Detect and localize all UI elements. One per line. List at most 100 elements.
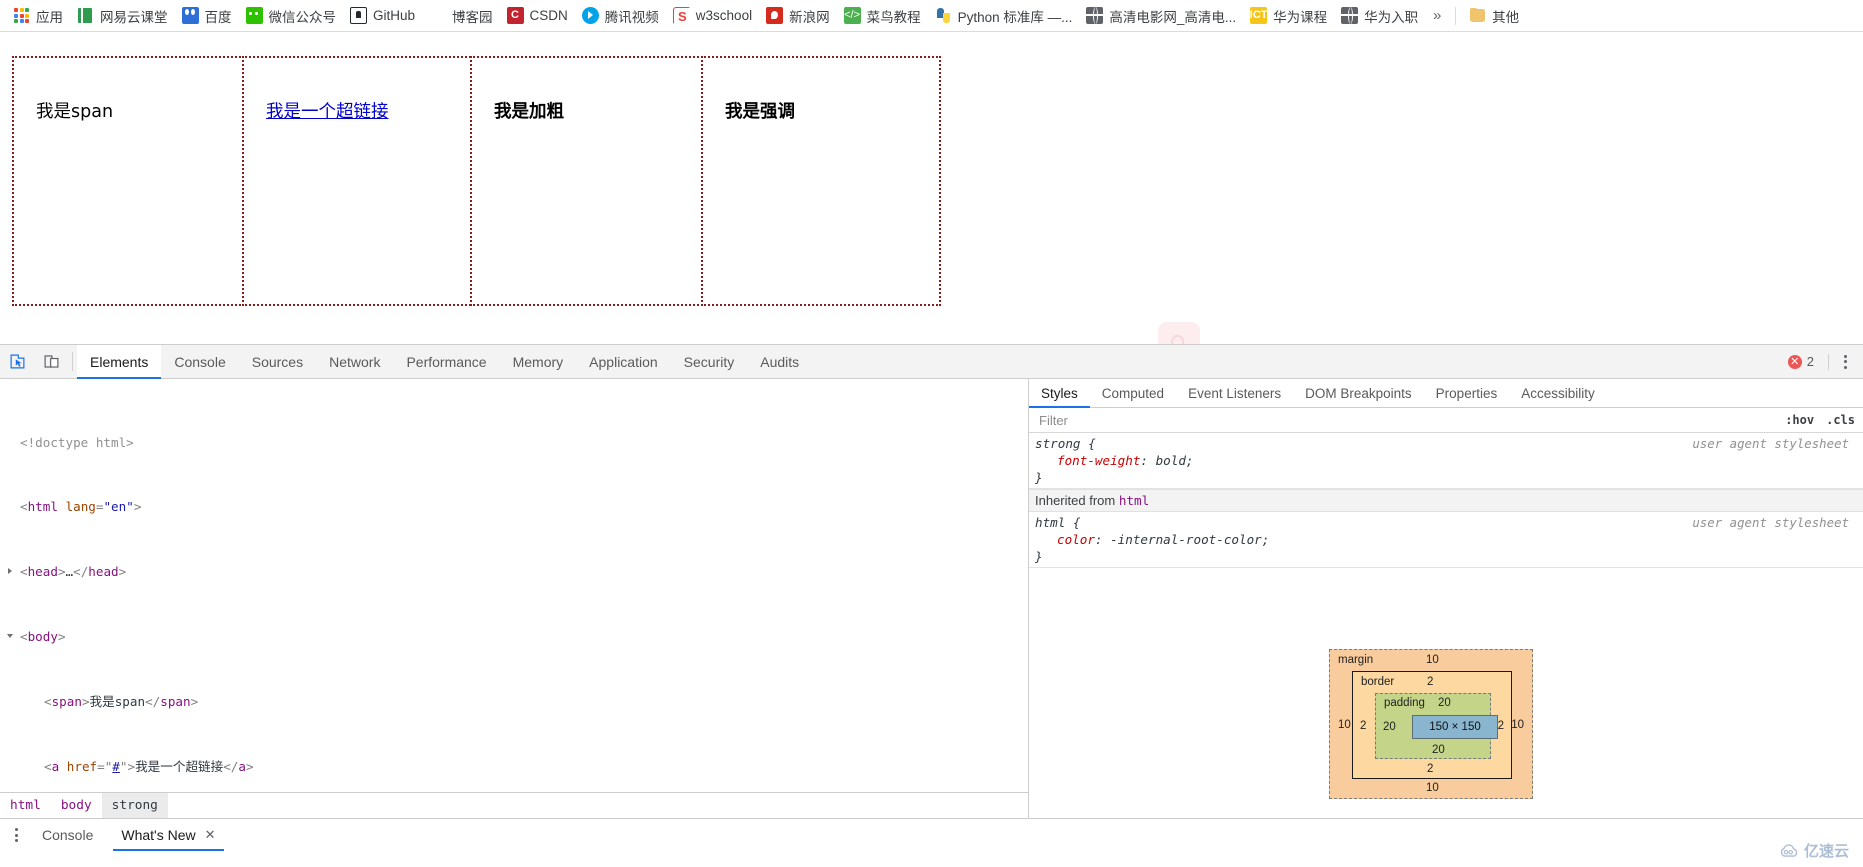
attr-name: lang (65, 499, 96, 515)
box-model-content[interactable]: 150 × 150 (1412, 715, 1498, 739)
css-property-value[interactable]: bold; (1156, 453, 1194, 468)
apps-grid-icon (13, 7, 30, 24)
padding-left-value[interactable]: 20 (1383, 721, 1396, 733)
bookmark-wechat[interactable]: 微信公众号 (239, 4, 344, 28)
runoob-icon: </> (843, 7, 861, 24)
margin-top-value[interactable]: 10 (1426, 654, 1439, 666)
margin-bottom-value[interactable]: 10 (1426, 782, 1439, 794)
element-classes-button[interactable]: .cls (1826, 413, 1855, 427)
tab-audits[interactable]: Audits (747, 345, 812, 378)
box-model-margin[interactable]: margin 10 10 10 10 border 2 2 2 2 paddin… (1329, 649, 1533, 799)
bookmark-apps[interactable]: 应用 (6, 4, 70, 28)
tab-memory[interactable]: Memory (500, 345, 577, 378)
toggle-device-toolbar-button[interactable] (34, 345, 68, 378)
bookmark-netease[interactable]: 网易云课堂 (70, 4, 175, 28)
dom-line-span[interactable]: <span>我是span</span> (6, 694, 1028, 710)
bookmarks-divider (1455, 6, 1457, 25)
css-selector[interactable]: strong { (1035, 436, 1096, 451)
rule-selector-line: html { user agent stylesheet (1035, 514, 1863, 531)
rule-source-link[interactable]: user agent stylesheet (1692, 435, 1849, 452)
bookmark-w3school[interactable]: w3school (666, 4, 759, 28)
css-property-value[interactable]: -internal-root-color; (1110, 532, 1269, 547)
tab-application[interactable]: Application (576, 345, 671, 378)
toggle-element-state-button[interactable]: :hov (1785, 413, 1814, 427)
bookmarks-overflow-button[interactable]: » (1425, 4, 1449, 28)
inherited-source-tag: html (1118, 493, 1150, 508)
tab-security[interactable]: Security (671, 345, 748, 378)
drawer-tab-console[interactable]: Console (28, 819, 107, 851)
breadcrumb-item-html[interactable]: html (0, 793, 51, 819)
more-options-icon[interactable] (1835, 354, 1855, 369)
border-right-value[interactable]: 2 (1498, 720, 1504, 732)
rule-declaration[interactable]: font-weight: bold; (1035, 452, 1863, 469)
tab-accessibility[interactable]: Accessibility (1509, 379, 1607, 407)
tab-styles[interactable]: Styles (1029, 379, 1090, 408)
css-selector[interactable]: html { (1035, 515, 1081, 530)
devtools-drawer: Console What's New ✕ (0, 818, 1863, 867)
dom-line-html-open[interactable]: <html lang="en"> (6, 499, 1028, 515)
rule-source-link[interactable]: user agent stylesheet (1692, 514, 1849, 531)
bookmark-label: 菜鸟教程 (866, 9, 921, 25)
tab-computed[interactable]: Computed (1090, 379, 1176, 407)
attr-value-link[interactable]: # (112, 759, 120, 774)
dom-line-body-open[interactable]: <body> (6, 629, 1028, 645)
tab-elements[interactable]: Elements (77, 345, 162, 379)
hyperlink-element[interactable]: 我是一个超链接 (266, 98, 389, 123)
error-count-badge[interactable]: ✕ 2 (1787, 354, 1814, 369)
close-icon[interactable]: ✕ (205, 827, 216, 843)
drawer-tab-whats-new[interactable]: What's New ✕ (107, 819, 229, 851)
tab-sources[interactable]: Sources (239, 345, 316, 378)
padding-top-value[interactable]: 20 (1438, 697, 1451, 709)
bookmark-other-folder[interactable]: 其他 (1462, 4, 1526, 28)
tab-dom-breakpoints[interactable]: DOM Breakpoints (1293, 379, 1424, 407)
padding-bottom-value[interactable]: 20 (1432, 744, 1445, 756)
bookmark-label: GitHub (373, 8, 416, 23)
dom-line-head[interactable]: <head>…</head> (6, 564, 1028, 580)
tencent-video-icon (581, 7, 599, 24)
tab-network[interactable]: Network (316, 345, 393, 378)
css-property-name[interactable]: color (1035, 532, 1095, 547)
more-tools-icon[interactable] (4, 828, 28, 842)
bookmark-runoob[interactable]: </> 菜鸟教程 (837, 4, 928, 28)
css-rule-strong[interactable]: strong { user agent stylesheet font-weig… (1029, 433, 1863, 489)
box-model-padding[interactable]: padding 20 20 20 20 150 × 150 (1375, 693, 1498, 759)
css-rule-html[interactable]: html { user agent stylesheet color: -int… (1029, 512, 1863, 568)
inspect-element-button[interactable] (0, 345, 34, 378)
box-model-border[interactable]: border 2 2 2 2 padding 20 20 20 20 150 ×… (1352, 671, 1512, 779)
bookmark-hd-movies[interactable]: 高清电影网_高清电... (1079, 4, 1243, 28)
demo-box-bold: 我是加粗 (470, 56, 710, 306)
bookmark-python-docs[interactable]: Python 标准库 —... (928, 4, 1080, 28)
border-bottom-value[interactable]: 2 (1427, 763, 1433, 775)
bookmark-csdn[interactable]: C CSDN (500, 4, 575, 28)
error-count: 2 (1806, 354, 1814, 369)
cloud-icon (1780, 843, 1798, 857)
border-top-value[interactable]: 2 (1427, 676, 1433, 688)
tab-event-listeners[interactable]: Event Listeners (1176, 379, 1293, 407)
tab-console[interactable]: Console (161, 345, 238, 378)
tab-properties[interactable]: Properties (1424, 379, 1510, 407)
rule-selector-line: strong { user agent stylesheet (1035, 435, 1863, 452)
css-property-name[interactable]: font-weight (1035, 453, 1140, 468)
tab-performance[interactable]: Performance (393, 345, 499, 378)
bookmark-baidu[interactable]: 百度 (175, 4, 239, 28)
dom-line-anchor[interactable]: <a href="#">我是一个超链接</a> (6, 759, 1028, 775)
bookmark-tencent-video[interactable]: 腾讯视频 (575, 4, 666, 28)
bookmark-huawei-course[interactable]: ICT 华为课程 (1243, 4, 1334, 28)
dom-line-doctype[interactable]: <!doctype html> (6, 435, 1028, 451)
styles-filter-input[interactable] (1037, 411, 1774, 429)
expand-triangle-icon[interactable] (8, 567, 12, 574)
devtools-body: <!doctype html> <html lang="en"> <head>…… (0, 379, 1863, 818)
search-floating-button[interactable] (1158, 322, 1200, 344)
rule-declaration[interactable]: color: -internal-root-color; (1035, 531, 1863, 548)
border-left-value[interactable]: 2 (1360, 720, 1366, 732)
bookmark-label: 博客园 (452, 9, 493, 25)
collapse-triangle-icon[interactable] (7, 634, 13, 641)
bookmark-sina[interactable]: 新浪网 (759, 4, 837, 28)
margin-left-value[interactable]: 10 (1338, 719, 1351, 731)
bookmark-cnblogs[interactable]: ℒ 博客园 (422, 4, 500, 28)
breadcrumb-item-body[interactable]: body (51, 793, 102, 819)
breadcrumb-item-strong[interactable]: strong (101, 792, 168, 818)
bookmark-huawei-onboarding[interactable]: 华为入职 (1334, 4, 1425, 28)
bookmark-github[interactable]: GitHub (343, 4, 422, 28)
margin-right-value[interactable]: 10 (1511, 719, 1524, 731)
